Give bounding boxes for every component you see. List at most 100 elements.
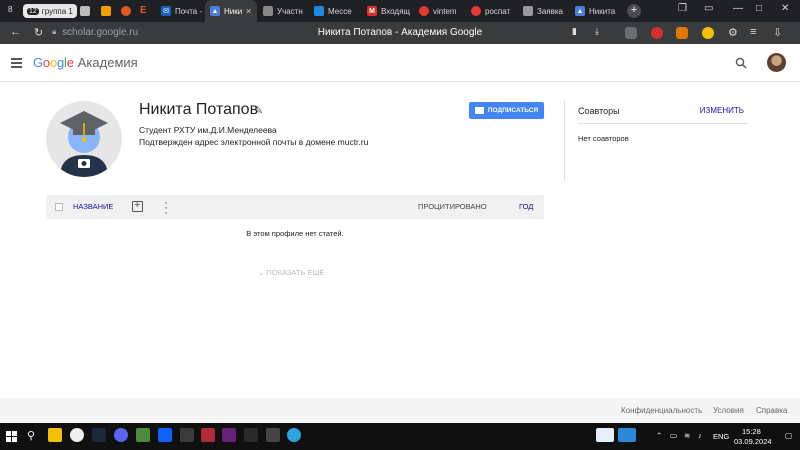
gmail-icon: M — [367, 6, 377, 16]
app-icon[interactable] — [180, 428, 194, 442]
coauthors-edit-link[interactable]: ИЗМЕНИТЬ — [700, 106, 744, 115]
coauthors-title: Соавторы — [578, 106, 620, 116]
help-link[interactable]: Справка — [756, 406, 787, 415]
tab-vintem[interactable]: vintem — [414, 0, 464, 22]
tab-group-chip[interactable]: 12 группа 1 — [23, 4, 77, 18]
notification-icon[interactable]: ▢ — [785, 431, 792, 440]
telegram-icon[interactable] — [287, 428, 301, 442]
graduate-avatar-icon — [60, 111, 108, 177]
page-footer: Конфиденциальность Условия Справка — [0, 398, 800, 423]
tab-label: роспат — [485, 6, 511, 16]
app-icon[interactable] — [266, 428, 280, 442]
pinned-tab-icon[interactable] — [80, 6, 90, 16]
chevron-down-icon: ⌄ — [258, 268, 265, 277]
tab-label: Почта - — [175, 6, 203, 16]
tab-count-badge[interactable]: 8 — [8, 5, 12, 14]
app-icon[interactable] — [618, 428, 636, 442]
minecraft-icon[interactable] — [136, 428, 150, 442]
volume-icon[interactable]: ♪ — [698, 431, 702, 440]
tab-gmail[interactable]: M Входящ — [362, 0, 412, 22]
privacy-link[interactable]: Конфиденциальность — [621, 406, 702, 415]
extension-icon[interactable] — [651, 27, 663, 39]
hamburger-menu-icon[interactable] — [11, 58, 22, 70]
file-explorer-icon[interactable] — [48, 428, 62, 442]
edit-pencil-icon[interactable]: ✎ — [254, 104, 263, 117]
address-bar: ← ↻ 🔒︎ scholar.google.ru Никита Потапов … — [0, 22, 800, 44]
rospatent-icon — [523, 6, 533, 16]
tab-participant[interactable]: Участн — [258, 0, 306, 22]
search-icon[interactable]: ⚲ — [27, 429, 35, 442]
tab-label: Ники — [224, 6, 243, 16]
download-icon[interactable]: ⇩ — [773, 26, 782, 39]
select-all-checkbox[interactable] — [55, 203, 63, 211]
tab-label: Заявка — [537, 6, 563, 16]
search-icon[interactable] — [735, 57, 747, 69]
app-icon[interactable] — [201, 428, 215, 442]
google-wordmark: Google — [33, 55, 74, 70]
vintem-icon — [419, 6, 429, 16]
app-icon[interactable] — [158, 428, 172, 442]
scholar-header: Google Академия — [0, 44, 800, 82]
extension-icon[interactable] — [676, 27, 688, 39]
chevron-up-icon[interactable]: ⌃ — [656, 431, 662, 440]
logo-letter: e — [66, 55, 74, 70]
rospat-icon — [471, 6, 481, 16]
tab-application[interactable]: Заявка — [518, 0, 568, 22]
puzzle-icon[interactable]: ⚙ — [728, 26, 738, 39]
bookmark-page-icon[interactable]: ▮ — [572, 26, 577, 37]
collections-icon[interactable]: ❐ — [678, 3, 687, 14]
clock-time[interactable]: 15:28 — [742, 427, 761, 436]
new-tab-icon[interactable]: + — [627, 4, 641, 18]
pinned-tab-icon[interactable] — [121, 6, 131, 16]
column-cited[interactable]: ПРОЦИТИРОВАНО — [418, 202, 487, 211]
shield-icon[interactable] — [625, 27, 637, 39]
download-icon[interactable]: ⤓ — [595, 26, 599, 37]
language-indicator[interactable]: ENG — [713, 432, 729, 441]
profile-photo[interactable] — [46, 101, 122, 177]
tab-group-count: 12 — [27, 7, 39, 15]
network-icon[interactable]: ▭ — [670, 431, 677, 440]
column-title-sort[interactable]: НАЗВАНИЕ — [73, 202, 113, 211]
steam-icon[interactable] — [92, 428, 106, 442]
yandex-browser-icon[interactable] — [70, 428, 84, 442]
tab-mail[interactable]: ✉ Почта - — [156, 0, 203, 22]
pinned-tab-icon[interactable] — [101, 6, 111, 16]
logo-letter: G — [33, 55, 43, 70]
minimize-icon[interactable]: — — [733, 3, 743, 14]
extension-icon[interactable] — [702, 27, 714, 39]
show-more-label: ПОКАЗАТЬ ЕЩЁ — [266, 268, 325, 277]
bookmark-icon[interactable]: ▭ — [704, 3, 713, 14]
scholar-icon: ▲ — [575, 6, 585, 16]
terms-link[interactable]: Условия — [713, 406, 744, 415]
tab-label: vintem — [433, 6, 457, 16]
logo-letter: o — [49, 55, 57, 70]
visual-studio-icon[interactable] — [222, 428, 236, 442]
tab-nikita[interactable]: ▲ Никита — [570, 0, 620, 22]
maximize-icon[interactable]: □ — [756, 3, 762, 14]
logo-letter: g — [56, 55, 65, 70]
messenger-icon — [314, 6, 324, 16]
more-vert-icon[interactable]: · · · — [164, 196, 168, 218]
tab-messenger[interactable]: Мессе — [309, 0, 359, 22]
clock-date[interactable]: 03.09.2024 — [734, 437, 772, 446]
show-more-button[interactable]: ⌄ ПОКАЗАТЬ ЕЩЁ — [258, 268, 324, 277]
tab-rospat[interactable]: роспат — [466, 0, 516, 22]
discord-icon[interactable] — [114, 428, 128, 442]
app-icon[interactable] — [596, 428, 614, 442]
menu-icon[interactable]: ≡ — [750, 26, 756, 38]
column-year-sort[interactable]: ГОД — [519, 202, 533, 211]
google-scholar-logo[interactable]: Google Академия — [33, 55, 138, 70]
subscribe-button[interactable]: ПОДПИСАТЬСЯ — [469, 102, 544, 119]
scholar-icon: ▲ — [210, 6, 220, 16]
add-article-icon[interactable] — [132, 199, 143, 212]
close-tab-icon[interactable]: ✕ — [245, 7, 252, 16]
close-window-icon[interactable]: ✕ — [781, 3, 789, 14]
profile-affiliation: Студент РХТУ им.Д.И.Менделеева — [139, 125, 277, 135]
account-avatar[interactable] — [767, 53, 786, 72]
pinned-tab-icon[interactable]: E — [140, 5, 147, 16]
windows-start-icon[interactable] — [6, 431, 17, 442]
tab-group-label: группа 1 — [41, 6, 73, 16]
app-icon[interactable] — [244, 428, 258, 442]
wifi-icon[interactable]: ≋ — [684, 431, 690, 440]
tab-scholar-active[interactable]: ▲ Ники ✕ — [205, 0, 257, 22]
